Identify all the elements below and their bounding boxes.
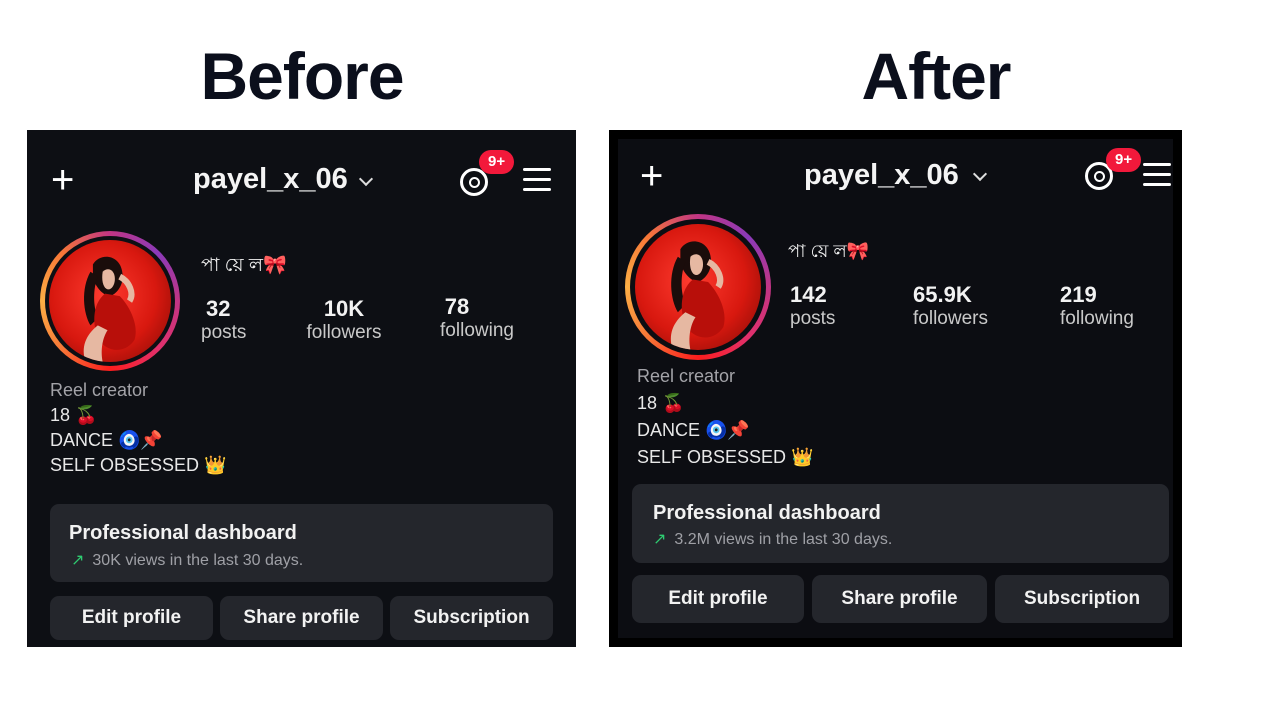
stat-following[interactable]: 78 following xyxy=(431,294,523,342)
edit-profile-button[interactable]: Edit profile xyxy=(50,596,213,640)
stat-followers[interactable]: 65.9K followers xyxy=(913,282,988,330)
professional-dashboard-card[interactable]: Professional dashboard ↗ 3.2M views in th… xyxy=(632,484,1169,563)
chevron-down-icon[interactable] xyxy=(358,171,374,187)
plus-icon[interactable]: + xyxy=(640,156,663,196)
bio-line: SELF OBSESSED 👑 xyxy=(637,447,814,467)
share-profile-button[interactable]: Share profile xyxy=(220,596,383,640)
notification-badge: 9+ xyxy=(1106,148,1142,172)
stat-followers-value: 10K xyxy=(323,296,365,321)
after-profile-screenshot: + payel_x_06 9+ পা য়ে ল🎀 142 posts 65.9… xyxy=(609,130,1182,647)
stat-followers-label: followers xyxy=(913,308,988,329)
bio: Reel creator 18 🍒 DANCE 🧿📌 SELF OBSESSED… xyxy=(637,363,813,471)
bio-line: SELF OBSESSED 👑 xyxy=(50,455,227,475)
bio-category: Reel creator xyxy=(637,366,736,386)
dashboard-views: 30K views in the last 30 days. xyxy=(92,552,304,569)
menu-icon[interactable] xyxy=(1143,163,1171,193)
stat-following-label: following xyxy=(1060,308,1134,329)
bio-line: DANCE 🧿📌 xyxy=(50,430,163,450)
display-name: পা য়ে ল🎀 xyxy=(201,255,287,276)
notification-badge: 9+ xyxy=(479,150,515,174)
bio-line: 18 🍒 xyxy=(637,393,685,413)
bio-line: 18 🍒 xyxy=(50,405,98,425)
avatar-story-ring[interactable] xyxy=(40,231,180,371)
stat-posts[interactable]: 142 posts xyxy=(790,282,835,330)
chevron-down-icon[interactable] xyxy=(972,166,988,182)
username[interactable]: payel_x_06 xyxy=(193,163,348,196)
before-heading: Before xyxy=(200,39,404,113)
edit-profile-button[interactable]: Edit profile xyxy=(632,575,804,623)
after-heading: After xyxy=(861,39,1011,113)
display-name: পা য়ে ল🎀 xyxy=(788,241,870,261)
stat-following-value: 219 xyxy=(1060,282,1097,307)
stat-following-value: 78 xyxy=(444,294,470,319)
stat-posts[interactable]: 32 posts xyxy=(201,296,261,344)
trend-up-arrow-icon: ↗ xyxy=(653,531,667,548)
before-profile-screenshot: + payel_x_06 9+ পা য়ে ল🎀 32 posts 10K f… xyxy=(27,130,576,647)
menu-icon[interactable] xyxy=(523,168,551,198)
stat-posts-label: posts xyxy=(201,322,247,343)
subscription-button[interactable]: Subscription xyxy=(390,596,553,640)
stat-following-label: following xyxy=(440,320,514,341)
stat-posts-value: 32 xyxy=(206,296,231,321)
plus-icon[interactable]: + xyxy=(51,160,74,200)
bio: Reel creator 18 🍒 DANCE 🧿📌 SELF OBSESSED… xyxy=(50,378,226,478)
bio-line: DANCE 🧿📌 xyxy=(637,420,750,440)
avatar-story-ring[interactable] xyxy=(625,214,771,360)
share-profile-button[interactable]: Share profile xyxy=(812,575,987,623)
stat-followers-value: 65.9K xyxy=(913,282,972,307)
bio-category: Reel creator xyxy=(50,380,149,400)
stat-followers[interactable]: 10K followers xyxy=(299,296,389,344)
professional-dashboard-card[interactable]: Professional dashboard ↗ 30K views in the… xyxy=(50,504,553,582)
dashboard-title: Professional dashboard xyxy=(69,522,297,544)
avatar[interactable] xyxy=(635,224,761,350)
stat-followers-label: followers xyxy=(306,322,382,343)
dashboard-title: Professional dashboard xyxy=(653,502,881,524)
stat-posts-label: posts xyxy=(790,308,836,329)
avatar[interactable] xyxy=(49,240,171,362)
trend-up-arrow-icon: ↗ xyxy=(71,552,85,569)
stat-posts-value: 142 xyxy=(790,282,827,307)
subscription-button[interactable]: Subscription xyxy=(995,575,1169,623)
dashboard-views: 3.2M views in the last 30 days. xyxy=(674,531,893,548)
stat-following[interactable]: 219 following xyxy=(1060,282,1134,330)
username[interactable]: payel_x_06 xyxy=(804,159,959,192)
